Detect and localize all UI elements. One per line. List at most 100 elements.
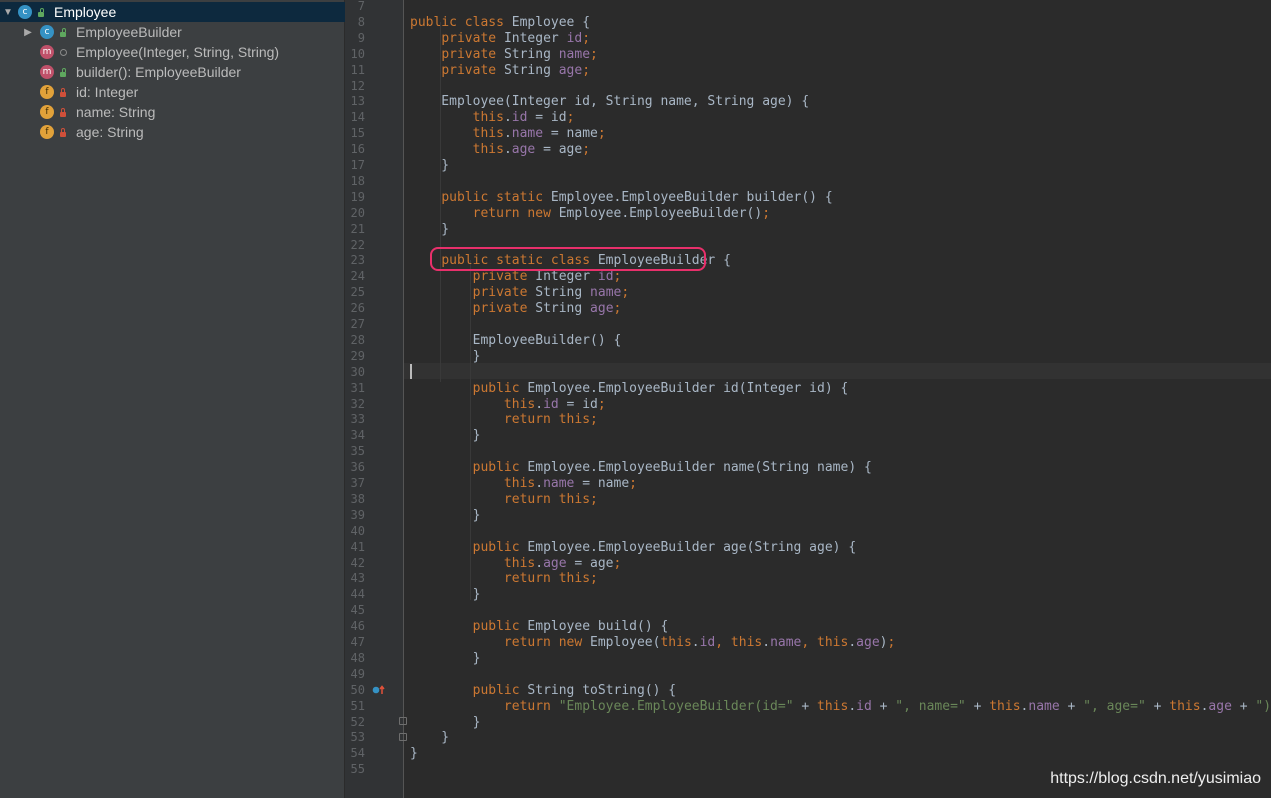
code-line[interactable]: } [410, 730, 449, 746]
code-line[interactable]: } [410, 428, 481, 444]
public-icon [57, 26, 69, 38]
collapse-arrow-icon[interactable]: ▶ [22, 27, 34, 38]
line-number: 53 [350, 730, 365, 745]
line-number: 45 [350, 603, 365, 618]
line-number: 41 [350, 539, 365, 554]
class-icon: c [40, 25, 54, 39]
line-number: 29 [350, 348, 365, 363]
line-number: 43 [350, 571, 365, 586]
line-number: 28 [350, 332, 365, 347]
line-number: 39 [350, 507, 365, 522]
code-line[interactable]: public String toString() { [410, 683, 677, 699]
line-number: 49 [350, 666, 365, 681]
code-line[interactable]: public Employee.EmployeeBuilder name(Str… [410, 460, 872, 476]
code-line[interactable]: Employee(Integer id, String name, String… [410, 94, 809, 110]
line-number: 42 [350, 555, 365, 570]
structure-item-label: Employee [54, 4, 117, 20]
line-number: 33 [350, 412, 365, 427]
fold-marker-icon[interactable] [399, 733, 407, 741]
structure-item-label: Employee(Integer, String, String) [76, 44, 280, 60]
code-line[interactable]: EmployeeBuilder() { [410, 333, 622, 349]
code-line[interactable]: this.age = age; [410, 142, 590, 158]
line-number: 55 [350, 762, 365, 777]
line-number: 37 [350, 476, 365, 490]
line-number: 40 [350, 523, 365, 538]
structure-item-label: age: String [76, 124, 144, 140]
code-line[interactable]: public static Employee.EmployeeBuilder b… [410, 190, 832, 206]
structure-item[interactable]: ▼ c Employee [0, 2, 346, 22]
line-number: 25 [350, 285, 365, 300]
line-number: 8 [357, 14, 365, 29]
line-number: 21 [350, 221, 365, 236]
line-number: 22 [350, 237, 365, 252]
line-number: 44 [350, 587, 365, 602]
fold-marker-icon[interactable] [399, 717, 407, 725]
line-number: 32 [350, 396, 365, 411]
line-number: 24 [350, 269, 365, 284]
code-line[interactable]: return new Employee.EmployeeBuilder(); [410, 206, 770, 222]
code-line[interactable]: return this; [410, 492, 598, 508]
code-line[interactable]: } [410, 746, 418, 762]
line-number: 14 [350, 110, 365, 125]
line-number: 10 [350, 46, 365, 61]
expand-arrow-icon[interactable]: ▼ [2, 7, 14, 18]
code-line[interactable]: return "Employee.EmployeeBuilder(id=" + … [410, 699, 1271, 715]
code-line[interactable]: this.age = age; [410, 556, 621, 572]
method-icon: m [40, 45, 54, 59]
code-line[interactable]: private String age; [410, 301, 622, 317]
code-line[interactable]: } [410, 222, 449, 238]
structure-item[interactable]: f age: String [0, 122, 366, 142]
line-number: 13 [350, 94, 365, 109]
structure-item[interactable]: f name: String [0, 102, 366, 122]
line-number: 16 [350, 142, 365, 157]
structure-item-label: builder(): EmployeeBuilder [76, 64, 241, 80]
structure-item[interactable]: m builder(): EmployeeBuilder [0, 62, 366, 82]
code-line[interactable]: } [410, 651, 481, 667]
public-icon [57, 66, 69, 78]
code-line[interactable]: this.name = name; [410, 126, 606, 142]
code-line[interactable]: } [410, 587, 481, 603]
code-line[interactable]: private Integer id; [410, 269, 622, 285]
line-number: 34 [350, 428, 365, 443]
override-marker-icon[interactable] [372, 684, 386, 699]
code-line[interactable]: public class Employee { [410, 15, 590, 31]
code-line[interactable]: this.id = id; [410, 110, 575, 126]
line-number: 36 [350, 460, 365, 475]
text-caret [410, 364, 412, 379]
code-line[interactable]: public Employee build() { [410, 619, 669, 635]
code-line[interactable]: return new Employee(this.id, this.name, … [410, 635, 895, 651]
code-line[interactable]: public Employee.EmployeeBuilder age(Stri… [410, 540, 857, 556]
line-number: 18 [350, 173, 365, 188]
code-line[interactable]: } [410, 715, 481, 731]
code-line[interactable]: return this; [410, 412, 598, 428]
structure-item[interactable]: ▶ c EmployeeBuilder [0, 22, 366, 42]
code-line[interactable]: private String name; [410, 47, 598, 63]
structure-item[interactable]: f id: Integer [0, 82, 366, 102]
line-number: 15 [350, 126, 365, 141]
code-line[interactable]: private String age; [410, 63, 590, 79]
method-icon: m [40, 65, 54, 79]
line-number: 20 [350, 205, 365, 220]
line-number: 51 [350, 698, 365, 713]
watermark: https://blog.csdn.net/yusimiao [1050, 770, 1261, 787]
field-icon: f [40, 85, 54, 99]
annotation-highlight-box [430, 247, 706, 271]
code-line[interactable]: } [410, 508, 481, 524]
field-icon: f [40, 125, 54, 139]
structure-item[interactable]: m Employee(Integer, String, String) [0, 42, 366, 62]
code-line[interactable]: this.name = name; [410, 476, 637, 492]
code-line[interactable]: private String name; [410, 285, 630, 301]
line-number: 23 [350, 253, 365, 268]
code-line[interactable]: } [410, 158, 449, 174]
code-line[interactable]: private Integer id; [410, 31, 590, 47]
structure-item-label: id: Integer [76, 84, 139, 100]
private-lock-icon [57, 86, 69, 98]
structure-item-label: EmployeeBuilder [76, 24, 182, 40]
line-number: 17 [350, 158, 365, 172]
code-line[interactable]: public Employee.EmployeeBuilder id(Integ… [410, 381, 849, 397]
line-number: 38 [350, 491, 365, 506]
code-line[interactable]: } [410, 349, 481, 365]
code-line[interactable]: this.id = id; [410, 397, 606, 413]
structure-panel: ▼ c Employee ▶ c EmployeeBuilder m Employee(Int… [0, 0, 346, 798]
code-line[interactable]: return this; [410, 571, 598, 587]
